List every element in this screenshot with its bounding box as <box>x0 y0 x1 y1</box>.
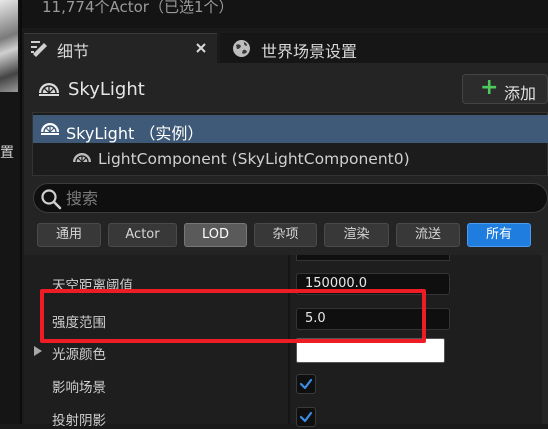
tree-item-component[interactable]: LightComponent (SkyLightComponent0) <box>98 150 410 168</box>
actor-count-text: 11,774个Actor（已选1个） <box>42 0 234 16</box>
affects-world-checkbox[interactable] <box>296 374 316 394</box>
expand-arrow-icon[interactable] <box>33 345 43 357</box>
filter-streaming[interactable]: 流送 <box>396 223 460 247</box>
skylight-icon <box>39 83 59 96</box>
checkmark-icon <box>299 378 313 390</box>
filter-actor[interactable]: Actor <box>108 223 177 247</box>
panel-divider[interactable] <box>20 0 22 424</box>
tree-item-instance-label: SkyLight （实例） <box>66 124 204 143</box>
filter-misc[interactable]: 杂项 <box>254 223 317 247</box>
filter-rendering[interactable]: 渲染 <box>324 223 389 247</box>
property-field-partial <box>296 255 450 261</box>
property-label-affects-world: 影响场景 <box>52 380 106 396</box>
filter-lod[interactable]: LOD <box>184 223 247 247</box>
highlight-box <box>40 289 426 343</box>
checkmark-icon <box>299 411 313 423</box>
property-label-cast-shadows: 投射阴影 <box>52 413 106 429</box>
close-icon[interactable] <box>195 42 207 54</box>
cast-shadows-checkbox[interactable] <box>296 407 316 427</box>
globe-icon <box>233 40 250 57</box>
search-input[interactable] <box>66 186 506 210</box>
viewport-thumbnail <box>0 0 18 92</box>
search-icon <box>41 189 62 210</box>
left-panel-label: 置 <box>0 145 14 161</box>
tab-details[interactable] <box>24 33 217 64</box>
skylight-icon <box>41 123 59 135</box>
plus-icon: + <box>480 75 499 100</box>
scrollbar[interactable] <box>542 255 548 424</box>
property-label-light-color: 光源颜色 <box>52 347 106 363</box>
actor-name: SkyLight <box>68 79 145 100</box>
tab-details-label: 细节 <box>57 42 90 61</box>
add-button-label: 添加 <box>504 84 537 103</box>
skylight-component-icon <box>73 153 91 163</box>
filter-all[interactable]: 所有 <box>467 223 531 247</box>
details-icon <box>31 41 47 57</box>
filter-common[interactable]: 通用 <box>37 223 101 247</box>
tab-world-settings-label: 世界场景设置 <box>261 42 358 61</box>
